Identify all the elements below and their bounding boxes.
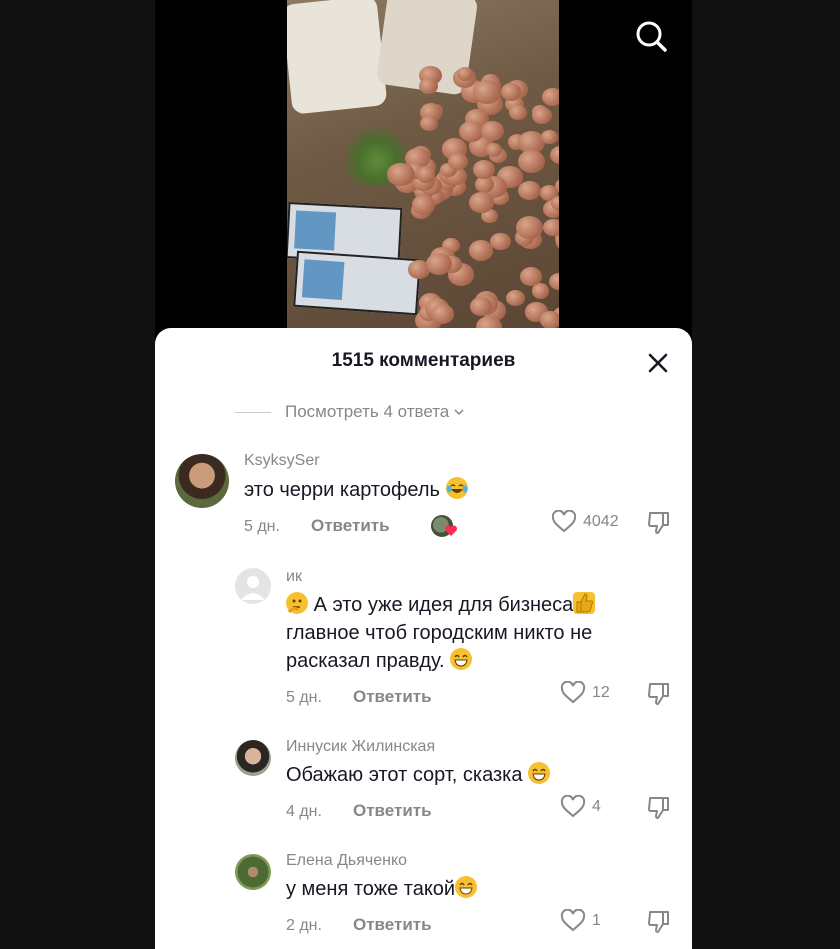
avatar[interactable] (235, 740, 271, 776)
potato-shape (412, 195, 435, 215)
thinking-face-emoji-icon (286, 592, 308, 614)
avatar[interactable] (235, 854, 271, 890)
reply-button[interactable]: Ответить (311, 516, 390, 536)
like-button[interactable]: 12 (560, 681, 610, 705)
comment-text-line: расказал правду. (286, 650, 445, 672)
close-icon[interactable] (645, 350, 671, 376)
potato-shape (430, 303, 455, 324)
heart-outline-icon (551, 510, 577, 533)
comment-username[interactable]: ик (286, 568, 302, 586)
reply-button[interactable]: Ответить (353, 801, 432, 821)
potato-shape (448, 153, 469, 171)
potato-shape (469, 191, 494, 213)
potato-shape (419, 115, 438, 131)
potato-shape (519, 267, 542, 287)
comment-text-line: главное чтоб городским никто не (286, 622, 593, 644)
potato-shape (548, 272, 559, 291)
comment-age: 5 дн. (286, 689, 322, 706)
comment-text: у меня тоже такой (286, 875, 478, 903)
potato-shape (508, 104, 527, 121)
potato-shape (468, 240, 493, 261)
comment-text: Обажаю этот сорт, сказка (286, 761, 551, 789)
potato-shape (550, 146, 559, 165)
potato-shape (541, 130, 558, 144)
grinning-face-emoji-icon (455, 876, 478, 898)
potato-shape (480, 120, 505, 141)
grinning-face-emoji-icon (528, 762, 551, 784)
like-count: 12 (592, 684, 610, 701)
view-replies-label: Посмотреть 4 ответа (285, 402, 450, 421)
comment-text: это черри картофель (244, 476, 468, 504)
comment-username[interactable]: Елена Дьяченко (286, 852, 407, 870)
potato-shape (416, 166, 436, 183)
comment-age: 4 дн. (286, 803, 322, 820)
potato-shape (543, 218, 559, 237)
potato-shape (458, 121, 484, 143)
potato-shape (500, 82, 522, 101)
potato-shape (517, 149, 545, 173)
reply-button[interactable]: Ответить (353, 687, 432, 707)
like-count: 4042 (583, 513, 619, 530)
potato-shape (419, 78, 438, 94)
like-button[interactable]: 4 (560, 795, 601, 819)
comment-text-content: это черри картофель (244, 479, 440, 501)
video-frame[interactable] (287, 0, 559, 330)
potato-shape (531, 107, 552, 125)
like-count: 4 (592, 798, 601, 815)
thumbs-down-icon (648, 683, 669, 705)
thumbs-down-icon (648, 797, 669, 819)
comments-count-title: 1515 комментариев (331, 350, 516, 371)
potato-shape (490, 232, 511, 251)
dislike-button[interactable] (646, 681, 672, 712)
comment-text-content: Обажаю этот сорт, сказка (286, 764, 523, 786)
comment-age: 5 дн. (244, 518, 280, 535)
comment-text-line: А это уже идея для бизнеса (313, 594, 574, 616)
heart-filled-icon (444, 525, 458, 536)
potato-shape (506, 290, 525, 307)
potato-shape (473, 79, 501, 104)
default-avatar-icon (241, 576, 265, 600)
potato-shape (540, 311, 559, 329)
seed-pack-image (293, 250, 421, 316)
comment-text-content: у меня тоже такой (286, 878, 456, 900)
comment-username[interactable]: Иннусик Жилинская (286, 738, 435, 756)
potato-shape (518, 180, 541, 201)
chevron-down-icon (454, 409, 464, 416)
comment-text: А это уже идея для бизнеса главное чтоб … (286, 591, 596, 675)
avatar[interactable] (175, 454, 229, 508)
grinning-face-emoji-icon (450, 648, 473, 670)
thumbs-down-icon (648, 512, 669, 534)
comment-username[interactable]: KsyksySer (244, 452, 320, 470)
sack-image (287, 0, 388, 115)
dislike-button[interactable] (646, 510, 672, 541)
view-replies-button[interactable]: Посмотреть 4 ответа (235, 402, 465, 422)
heart-outline-icon (560, 795, 586, 818)
avatar[interactable] (235, 568, 271, 604)
like-button[interactable]: 4042 (551, 510, 619, 534)
laughing-tears-emoji-icon (445, 477, 468, 499)
phone-screen: 1515 комментариев Посмотреть 4 ответа Ks… (155, 0, 692, 949)
heart-outline-icon (560, 681, 586, 704)
potato-shape (531, 283, 550, 299)
search-icon[interactable] (633, 18, 669, 54)
bottom-fade (155, 928, 692, 949)
comments-sheet: 1515 комментариев Посмотреть 4 ответа Ks… (155, 328, 692, 949)
divider (235, 411, 271, 413)
dislike-button[interactable] (646, 795, 672, 826)
thumbs-up-emoji-icon (573, 592, 596, 614)
potato-shape (542, 87, 559, 106)
potato-shape (387, 162, 415, 186)
